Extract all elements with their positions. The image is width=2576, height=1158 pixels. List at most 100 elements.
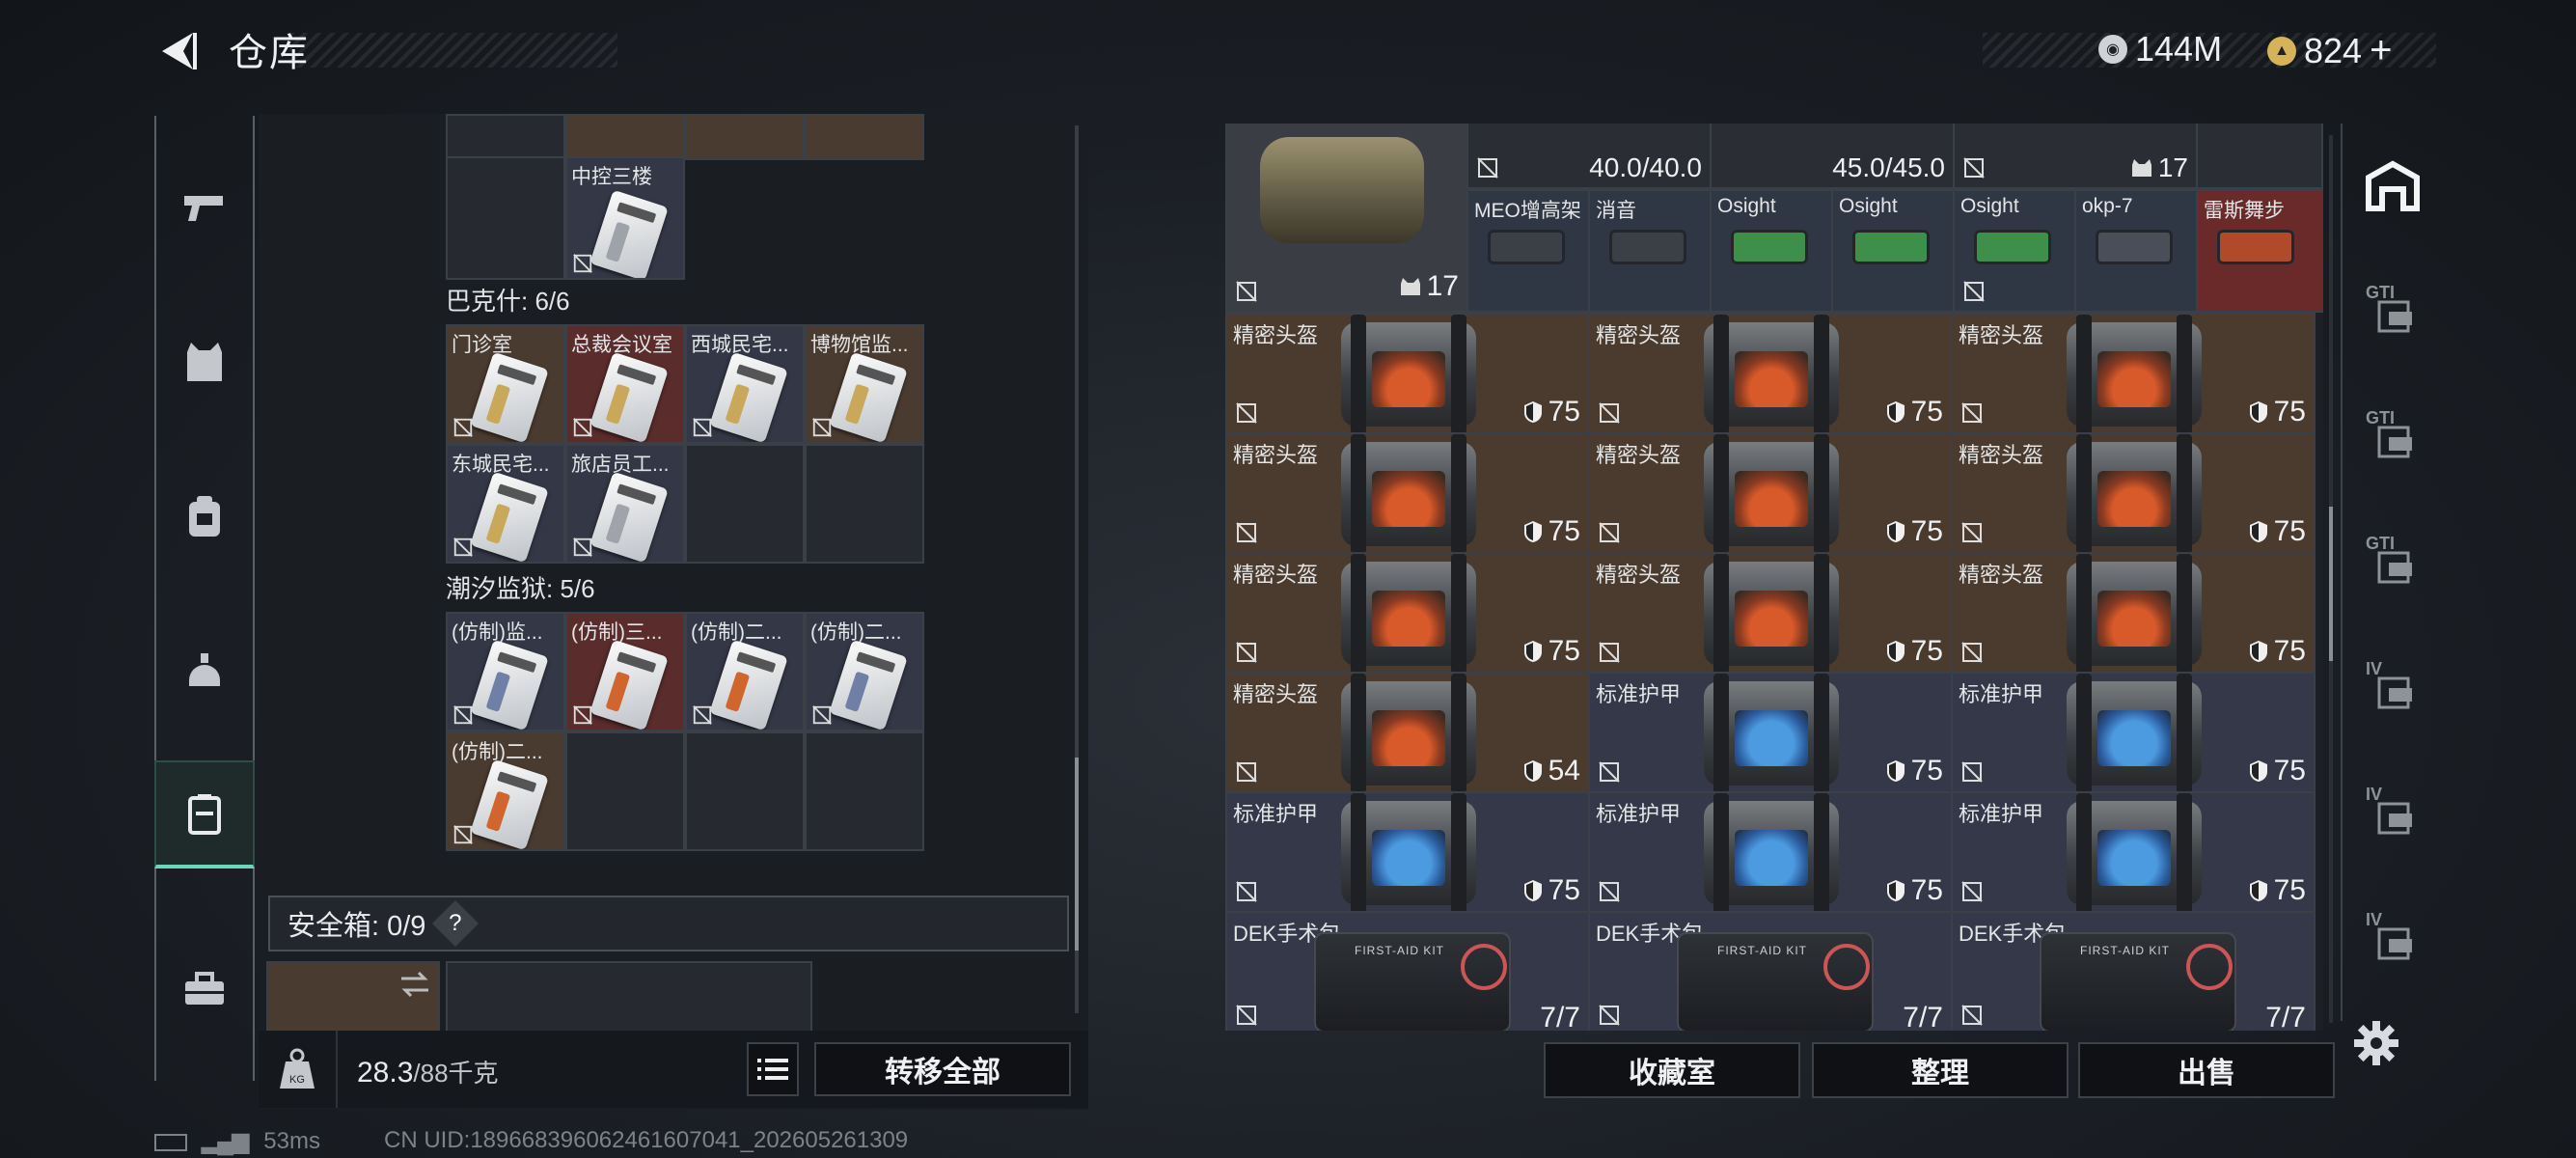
armor-item[interactable]: 标准护甲 75 bbox=[1588, 672, 1953, 793]
helmet-item[interactable]: 精密头盔 75 bbox=[1951, 313, 2316, 434]
currency-gold-value: 824 bbox=[2304, 30, 2363, 70]
keycard-item[interactable]: (仿制)监... bbox=[446, 612, 565, 731]
divider bbox=[336, 1031, 338, 1108]
attachment-item[interactable]: 雷斯舞步 bbox=[2196, 189, 2323, 313]
keycard-item[interactable]: 旅店员工... bbox=[565, 444, 685, 564]
medkit-item[interactable]: DEK手术包 FIRST-AID KIT 7/7 bbox=[1225, 911, 1590, 1031]
armor-item[interactable]: 标准护甲 75 bbox=[1225, 791, 1590, 913]
loadout-icon bbox=[2377, 676, 2412, 709]
first-aid-kit-image: FIRST-AID KIT bbox=[1314, 932, 1511, 1031]
nav-weapon[interactable] bbox=[154, 154, 255, 261]
transfer-all-button[interactable]: 转移全部 bbox=[814, 1042, 1071, 1096]
card-item[interactable]: 中控三楼 bbox=[565, 156, 685, 280]
attachment-item[interactable]: okp-7 bbox=[2074, 189, 2198, 313]
durability: 75 bbox=[1886, 635, 1943, 668]
attachment-item[interactable]: Osight bbox=[1710, 189, 1833, 313]
nav-vest[interactable] bbox=[154, 309, 255, 415]
card-slot[interactable] bbox=[446, 114, 565, 160]
keycard-item[interactable]: 西城民宅... bbox=[685, 324, 805, 444]
armor-item[interactable]: 标准护甲 75 bbox=[1588, 791, 1953, 913]
helmet-item[interactable]: 精密头盔 54 bbox=[1225, 672, 1590, 793]
keycard-image bbox=[709, 639, 788, 730]
attachment-name: MEO增高架 bbox=[1474, 200, 1581, 222]
nav-preset-5[interactable]: IV bbox=[2343, 760, 2443, 867]
helmet-item[interactable]: 精密头盔 75 bbox=[1951, 552, 2316, 674]
card-slot-empty[interactable] bbox=[805, 444, 924, 564]
helmet-item[interactable]: 精密头盔 75 bbox=[1588, 552, 1953, 674]
nav-preset-1[interactable]: GTI bbox=[2343, 259, 2443, 365]
keycard-item[interactable]: 门诊室 bbox=[446, 324, 565, 444]
inventory-scrollbar[interactable] bbox=[1075, 125, 1079, 1013]
safe-slot[interactable] bbox=[266, 961, 440, 1034]
card-slot-empty[interactable] bbox=[685, 731, 805, 851]
nav-safehouse[interactable] bbox=[2343, 133, 2443, 239]
back-button[interactable] bbox=[154, 27, 203, 75]
nav-backpack[interactable] bbox=[154, 463, 255, 569]
armor-item[interactable]: 标准护甲 75 bbox=[1951, 672, 2316, 793]
medkit-item[interactable]: DEK手术包 FIRST-AID KIT 7/7 bbox=[1588, 911, 1953, 1031]
duffel-bag-image bbox=[1260, 137, 1424, 243]
medkit-item[interactable]: DEK手术包 FIRST-AID KIT 7/7 bbox=[1951, 911, 2316, 1031]
equipment-slot[interactable]: 17 bbox=[1953, 124, 2198, 189]
card-slot-empty[interactable] bbox=[685, 444, 805, 564]
equipment-slot[interactable]: 40.0/40.0 bbox=[1466, 124, 1712, 189]
helmet-item[interactable]: 精密头盔 75 bbox=[1225, 552, 1590, 674]
nav-helmet[interactable] bbox=[154, 618, 255, 724]
keycard-item[interactable]: (仿制)二... bbox=[685, 612, 805, 731]
keycard-item[interactable]: 总裁会议室 bbox=[565, 324, 685, 444]
back-arrow-icon bbox=[162, 33, 197, 69]
equipment-slot[interactable]: 45.0/45.0 bbox=[1710, 124, 1955, 189]
helmet-item[interactable]: 精密头盔 75 bbox=[1588, 432, 1953, 554]
keycard-image bbox=[829, 351, 908, 442]
bag-item[interactable]: 17 bbox=[1225, 124, 1468, 313]
list-view-button[interactable] bbox=[747, 1042, 799, 1096]
nav-toolbox[interactable] bbox=[154, 936, 255, 1042]
armor-item[interactable]: 标准护甲 75 bbox=[1951, 791, 2316, 913]
gear-bag-image bbox=[1704, 434, 1839, 552]
nav-preset-2[interactable]: GTI bbox=[2343, 384, 2443, 490]
keycard-image bbox=[709, 351, 788, 442]
attachment-item[interactable]: Osight bbox=[1831, 189, 1955, 313]
card-slot[interactable] bbox=[805, 114, 924, 160]
keycard-item[interactable]: (仿制)三... bbox=[565, 612, 685, 731]
nav-preset-3[interactable]: GTI bbox=[2343, 510, 2443, 616]
add-currency-button[interactable]: + bbox=[2370, 29, 2392, 72]
keycard-item[interactable]: (仿制)二... bbox=[446, 731, 565, 851]
weight-value: 28.3 bbox=[357, 1057, 414, 1089]
helmet-item[interactable]: 精密头盔 75 bbox=[1225, 432, 1590, 554]
no-trade-icon bbox=[1961, 1005, 1983, 1026]
attachment-name: okp-7 bbox=[2082, 195, 2133, 217]
stash-scrollbar[interactable] bbox=[2329, 135, 2333, 1023]
no-trade-icon bbox=[1961, 761, 1983, 783]
safe-slot-empty[interactable] bbox=[446, 961, 812, 1034]
nav-case[interactable] bbox=[154, 760, 255, 868]
helmet-item[interactable]: 精密头盔 75 bbox=[1225, 313, 1590, 434]
collection-room-button[interactable]: 收藏室 bbox=[1544, 1042, 1800, 1098]
keycard-item[interactable]: 博物馆监... bbox=[805, 324, 924, 444]
helmet-item[interactable]: 精密头盔 75 bbox=[1951, 432, 2316, 554]
attachment-item[interactable]: 消音 bbox=[1588, 189, 1712, 313]
keycard-item[interactable]: 东城民宅... bbox=[446, 444, 565, 564]
card-slot-empty[interactable] bbox=[446, 156, 565, 280]
card-slot-empty[interactable] bbox=[805, 731, 924, 851]
keycard-item[interactable]: (仿制)二... bbox=[805, 612, 924, 731]
card-slot-empty[interactable] bbox=[565, 731, 685, 851]
settings-button[interactable] bbox=[2352, 1019, 2400, 1067]
card-slot[interactable] bbox=[685, 114, 805, 160]
help-button[interactable]: ? bbox=[432, 899, 480, 948]
nav-preset-4[interactable]: IV bbox=[2343, 635, 2443, 741]
attachment-item[interactable]: Osight bbox=[1953, 189, 2076, 313]
card-slot[interactable] bbox=[565, 114, 685, 160]
sort-button[interactable]: 整理 bbox=[1812, 1042, 2069, 1098]
kit-label: FIRST-AID KIT bbox=[1717, 944, 1808, 957]
nav-preset-6[interactable]: IV bbox=[2343, 886, 2443, 992]
sell-button[interactable]: 出售 bbox=[2078, 1042, 2335, 1098]
section-label: 潮汐监狱: 5/6 bbox=[446, 574, 595, 603]
equipment-slot[interactable] bbox=[2196, 124, 2323, 189]
safe-box-bar[interactable]: 安全箱: 0/9 ? bbox=[268, 896, 1069, 951]
currency-gold[interactable]: ▲ 824 + bbox=[2267, 29, 2392, 72]
helmet-item[interactable]: 精密头盔 75 bbox=[1588, 313, 1953, 434]
status-bar: ▂▄▆ 53ms bbox=[154, 1127, 320, 1155]
attachment-item[interactable]: MEO增高架 bbox=[1466, 189, 1590, 313]
stash-panel: 17 40.0/40.0 45.0/45.0 17 MEO增高架 消音 Osight… bbox=[1225, 124, 2323, 1031]
